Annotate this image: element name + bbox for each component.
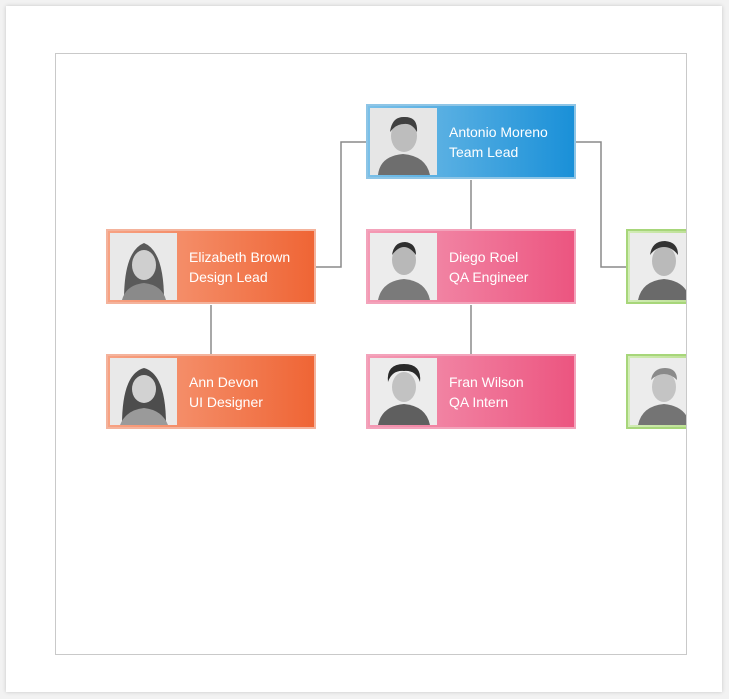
node-antonio-moreno[interactable]: Antonio Moreno Team Lead <box>366 104 576 179</box>
node-name: Diego Roel <box>449 248 519 265</box>
org-chart-card: Antonio Moreno Team Lead Elizabeth Brown… <box>6 6 722 692</box>
node-right-bottom[interactable] <box>626 354 686 429</box>
node-fran-wilson[interactable]: Fran Wilson QA Intern <box>366 354 576 429</box>
woman-portrait-icon <box>110 233 177 300</box>
connector-antonio-right <box>576 141 626 268</box>
man-portrait-icon <box>370 233 437 300</box>
node-title: UI Designer <box>189 393 263 410</box>
node-right-top[interactable] <box>626 229 686 304</box>
man-portrait-icon <box>630 358 686 425</box>
node-title: Team Lead <box>449 143 519 160</box>
node-title: QA Intern <box>449 393 509 410</box>
node-name: Elizabeth Brown <box>189 248 291 265</box>
node-ann-devon[interactable]: Ann Devon UI Designer <box>106 354 316 429</box>
node-diego-roel[interactable]: Diego Roel QA Engineer <box>366 229 576 304</box>
node-name: Antonio Moreno <box>449 123 548 140</box>
node-name: Ann Devon <box>189 373 259 390</box>
man-portrait-icon <box>370 108 437 175</box>
diagram-canvas[interactable]: Antonio Moreno Team Lead Elizabeth Brown… <box>55 53 687 655</box>
man-portrait-icon <box>370 358 437 425</box>
man-portrait-icon <box>630 233 686 300</box>
node-name: Fran Wilson <box>449 373 524 390</box>
connector-antonio-elizabeth <box>316 141 366 268</box>
woman-portrait-icon <box>110 358 177 425</box>
node-title: Design Lead <box>189 268 268 285</box>
node-title: QA Engineer <box>449 268 529 285</box>
node-elizabeth-brown[interactable]: Elizabeth Brown Design Lead <box>106 229 316 304</box>
